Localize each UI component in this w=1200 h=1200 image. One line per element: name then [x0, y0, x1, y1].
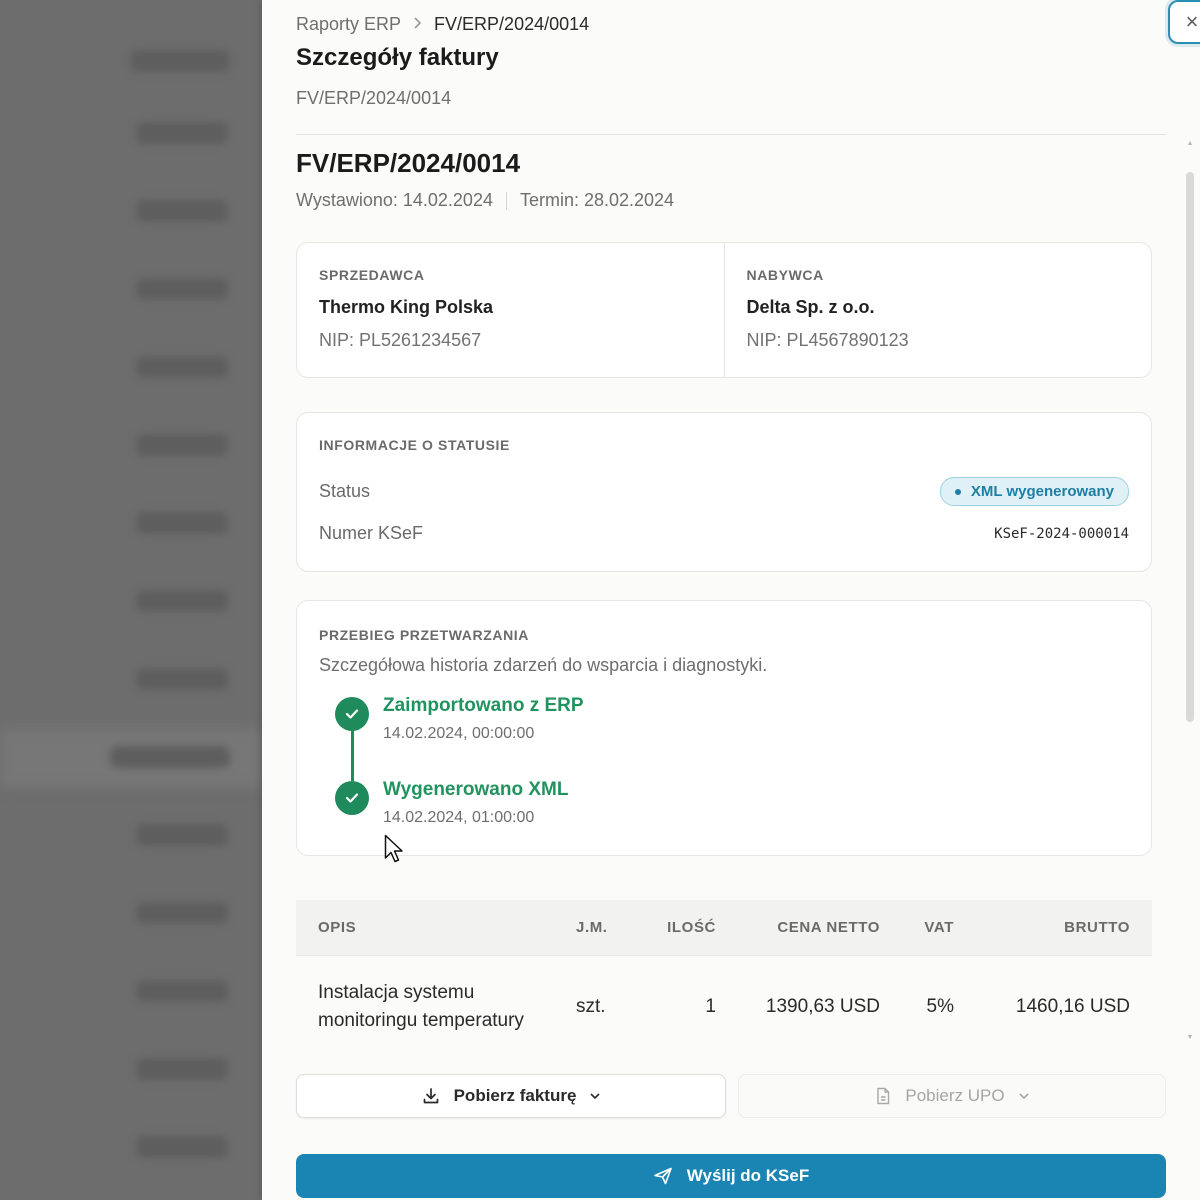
cell-opis: Instalacja systemu monitoringu temperatu… [318, 982, 524, 1031]
seller-nip: NIP: PL5261234567 [319, 330, 482, 350]
buyer-nip: NIP: PL4567890123 [746, 330, 909, 350]
timeline-event: Wygenerowano XML 14.02.2024, 01:00:00 [335, 779, 935, 839]
page-subtitle: FV/ERP/2024/0014 [296, 88, 452, 108]
cell-jm: szt. [576, 996, 606, 1017]
processing-history-card: PRZEBIEG PRZETWARZANIA Szczegółowa histo… [296, 600, 1152, 856]
chevron-down-icon [590, 1092, 600, 1099]
buyer-section: NABYWCA Delta Sp. z o.o. NIP: PL45678901… [723, 243, 1152, 377]
column-header-opis: OPIS [318, 919, 357, 936]
column-header-ilosc: ILOŚĆ [667, 919, 716, 936]
drawer-footer: Pobierz fakturę Pobierz UPO Wyślij do KS… [262, 1050, 1200, 1200]
column-header-cena: CENA NETTO [777, 919, 880, 936]
buyer-label: NABYWCA [746, 267, 824, 283]
table-header: OPIS J.M. ILOŚĆ CENA NETTO VAT BRUTTO [296, 900, 1152, 956]
status-info-card: INFORMACJE O STATUSIE Status XML wygener… [296, 412, 1152, 572]
chevron-down-icon [1019, 1092, 1029, 1099]
breadcrumb-current: FV/ERP/2024/0014 [434, 14, 590, 34]
chevron-right-icon [413, 16, 422, 34]
buyer-name: Delta Sp. z o.o. [746, 297, 875, 317]
date-separator [505, 191, 507, 210]
processing-description: Szczegółowa historia zdarzeń do wsparcia… [319, 655, 768, 675]
page-title: Szczegóły faktury [296, 44, 499, 71]
status-badge-label: XML wygenerowany [970, 483, 1114, 500]
status-dot-icon [954, 488, 961, 495]
seller-name: Thermo King Polska [319, 297, 494, 317]
timeline-event: Zaimportowano z ERP 14.02.2024, 00:00:00 [335, 695, 935, 755]
download-upo-label: Pobierz UPO [905, 1086, 1005, 1105]
close-icon: × [1185, 9, 1199, 34]
parties-card: SPRZEDAWCA Thermo King Polska NIP: PL526… [296, 242, 1152, 378]
background-app [0, 0, 262, 1200]
drawer-header: Raporty ERP FV/ERP/2024/0014 Szczegóły f… [296, 0, 1200, 136]
scroll-up-arrow-icon[interactable]: ▲ [1186, 140, 1194, 147]
cell-brutto: 1460,16 USD [1015, 996, 1130, 1017]
due-date: Termin: 28.02.2024 [519, 190, 675, 210]
scrollbar-thumb[interactable] [1186, 172, 1194, 722]
status-info-label: INFORMACJE O STATUSIE [319, 437, 510, 453]
status-key: Status [319, 481, 371, 501]
timeline-event-title: Zaimportowano z ERP [383, 695, 584, 716]
seller-label: SPRZEDAWCA [319, 267, 425, 283]
ksef-key: Numer KSeF [319, 523, 424, 543]
breadcrumb: Raporty ERP FV/ERP/2024/0014 [296, 14, 589, 35]
invoice-details-drawer: Raporty ERP FV/ERP/2024/0014 Szczegóły f… [262, 0, 1200, 1200]
download-upo-button[interactable]: Pobierz UPO [738, 1074, 1166, 1118]
column-header-jm: J.M. [576, 919, 608, 936]
seller-section: SPRZEDAWCA Thermo King Polska NIP: PL526… [297, 243, 724, 377]
table-row: Instalacja systemu monitoringu temperatu… [296, 956, 1152, 1050]
check-icon [335, 781, 369, 815]
mouse-cursor-icon [384, 834, 404, 869]
send-icon [653, 1167, 672, 1185]
download-icon [423, 1088, 438, 1104]
scroll-down-arrow-icon[interactable]: ▼ [1186, 1034, 1194, 1041]
invoice-number: FV/ERP/2024/0014 [296, 148, 521, 178]
cell-ilosc: 1 [705, 996, 716, 1017]
download-invoice-button[interactable]: Pobierz fakturę [296, 1074, 726, 1118]
status-row: Status XML wygenerowany [319, 477, 1129, 506]
document-icon [877, 1087, 890, 1105]
invoice-items-table: OPIS J.M. ILOŚĆ CENA NETTO VAT BRUTTO In… [296, 900, 1152, 1050]
send-to-ksef-button[interactable]: Wyślij do KSeF [296, 1154, 1166, 1198]
timeline-event-time: 14.02.2024, 00:00:00 [383, 725, 535, 742]
download-invoice-label: Pobierz fakturę [453, 1086, 577, 1105]
cell-vat: 5% [926, 996, 954, 1017]
timeline-event-time: 14.02.2024, 01:00:00 [383, 809, 535, 826]
ksef-row: Numer KSeF KSeF-2024-000014 [319, 523, 1129, 544]
cell-cena: 1390,63 USD [765, 996, 880, 1017]
send-to-ksef-label: Wyślij do KSeF [686, 1166, 810, 1185]
processing-label: PRZEBIEG PRZETWARZANIA [319, 627, 529, 643]
column-header-brutto: BRUTTO [1064, 919, 1130, 936]
column-header-vat: VAT [924, 919, 954, 936]
drawer-content: FV/ERP/2024/0014 Wystawiono: 14.02.2024 … [296, 136, 1152, 1050]
invoice-dates: Wystawiono: 14.02.2024 Termin: 28.02.202… [296, 190, 674, 211]
timeline-event-title: Wygenerowano XML [383, 779, 569, 800]
ksef-number: KSeF-2024-000014 [994, 525, 1129, 542]
issue-date: Wystawiono: 14.02.2024 [296, 190, 493, 210]
status-badge: XML wygenerowany [939, 477, 1129, 506]
header-divider [296, 134, 1166, 135]
breadcrumb-link-raporty[interactable]: Raporty ERP [296, 14, 401, 35]
check-icon [335, 697, 369, 731]
close-button[interactable]: × [1168, 0, 1200, 44]
